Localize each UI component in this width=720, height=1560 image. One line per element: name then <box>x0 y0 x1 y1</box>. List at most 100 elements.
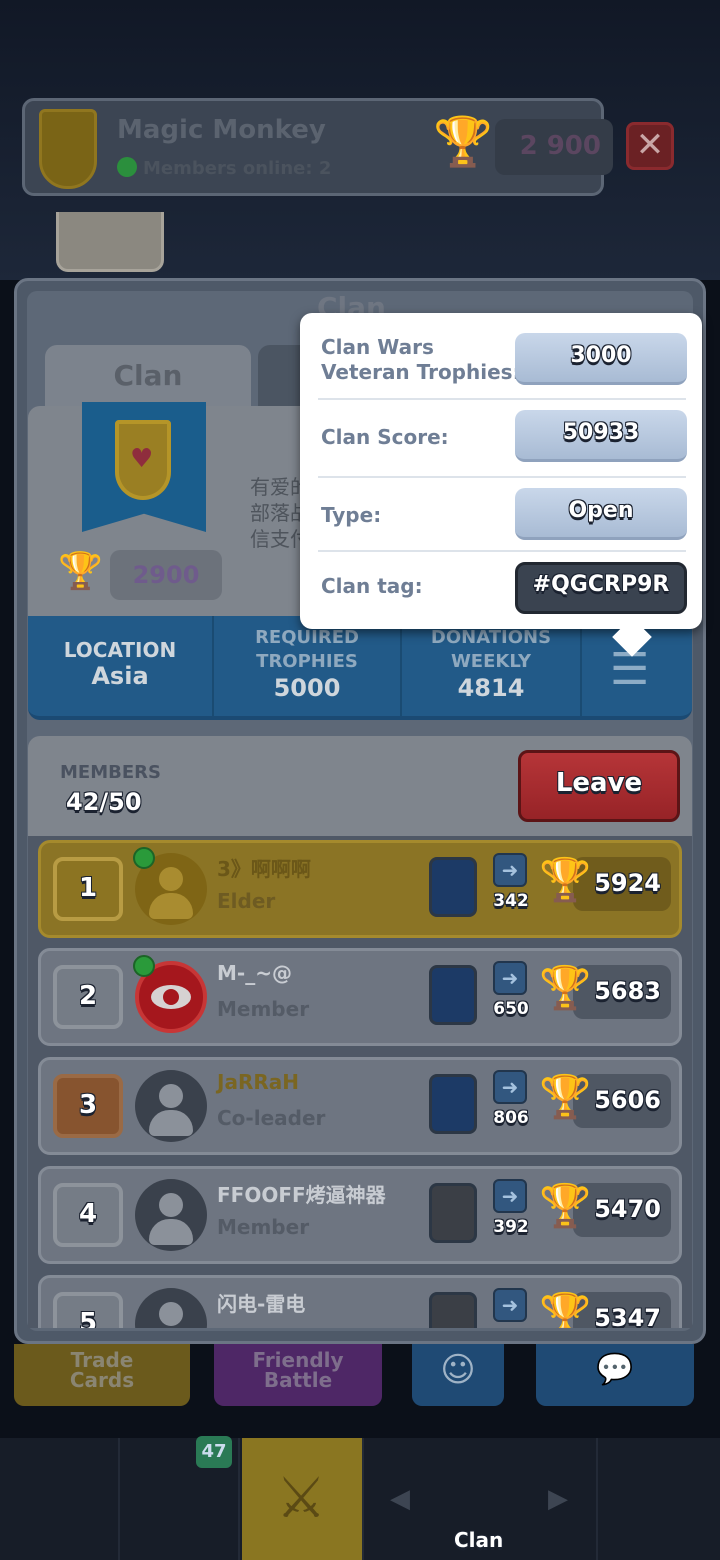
members-list[interactable]: 1 3》啊啊啊 Elder ➜ 342 5924 🏆 2 M-_~@ Membe… <box>28 836 692 1328</box>
member-donations: 650 <box>493 999 529 1019</box>
popup-row-clan-score: Clan Score: 50933 <box>318 410 687 466</box>
clan-stats-bar: LOCATION Asia REQUIRED TROPHIES 5000 DON… <box>28 616 692 720</box>
popup-row-type: Type: Open <box>318 488 687 544</box>
arena-icon <box>429 965 477 1025</box>
war-trophies-label: Clan Wars Veteran Trophies: <box>321 335 521 384</box>
war-trophies-value: 3000 <box>515 333 687 385</box>
member-donations: 342 <box>493 891 529 911</box>
nav-events[interactable] <box>598 1438 720 1560</box>
table-row[interactable]: 2 M-_~@ Member ➜ 650 5683 🏆 <box>38 948 682 1046</box>
close-top-button[interactable]: ✕ <box>626 122 674 170</box>
location-label: LOCATION <box>63 638 177 662</box>
clan-name: Magic Monkey <box>117 115 326 145</box>
online-dot-icon <box>117 157 137 177</box>
trade-cards-button[interactable]: Trade Cards <box>14 1344 190 1406</box>
online-dot-icon <box>133 847 155 869</box>
avatar <box>135 1288 207 1328</box>
cards-badge: 47 <box>196 1436 232 1468</box>
donations-label: WEEKLY <box>450 651 532 672</box>
donation-icon: ➜ <box>493 1179 527 1213</box>
donations-value: 4814 <box>457 674 525 702</box>
bottom-action-buttons: Trade Cards Friendly Battle ☺ 💬 <box>0 1340 720 1436</box>
online-text: Members online: 2 <box>143 158 332 179</box>
divider <box>318 550 686 552</box>
arena-icon <box>429 857 477 917</box>
rank-badge: 4 <box>53 1183 123 1247</box>
chevron-right-icon[interactable]: ▶ <box>548 1484 568 1514</box>
popup-row-clan-tag: Clan tag: #QGCRP9R <box>318 562 687 618</box>
smile-icon: ☺ <box>440 1350 476 1390</box>
location-value: Asia <box>91 662 149 690</box>
nav-shop[interactable] <box>0 1438 120 1560</box>
arena-icon <box>429 1074 477 1134</box>
rank-badge: 3 <box>53 1074 123 1138</box>
bottom-nav: ⚔ ◀ ▶ <box>0 1438 720 1560</box>
trophy-icon: 🏆 <box>539 1072 592 1121</box>
player-avatar[interactable] <box>56 212 164 272</box>
online-status: Members online: 2 <box>117 157 331 179</box>
member-role: Member <box>217 1215 310 1239</box>
online-dot-icon <box>133 955 155 977</box>
divider <box>318 398 686 400</box>
member-name: JaRRaH <box>217 1070 299 1094</box>
donation-icon: ➜ <box>493 1070 527 1104</box>
table-row[interactable]: 4 FFOOFF烤逼神器 Member ➜ 392 5470 🏆 <box>38 1166 682 1264</box>
avatar <box>135 1070 207 1142</box>
member-name: 3》啊啊啊 <box>217 857 311 881</box>
arena-icon <box>429 1292 477 1328</box>
clan-shield-icon: ♥ <box>115 420 171 500</box>
member-donations: 392 <box>493 1217 529 1237</box>
clan-tag-value[interactable]: #QGCRP9R <box>515 562 687 614</box>
trophy-icon: 🏆 <box>58 551 103 592</box>
member-name: M-_~@ <box>217 961 292 985</box>
clan-score-label: Clan Score: <box>321 425 449 449</box>
clan-badge-icon <box>39 109 97 189</box>
trophy-icon: 🏆 <box>539 963 592 1012</box>
emote-button[interactable]: ☺ <box>412 1344 504 1406</box>
required-label: TROPHIES <box>256 651 358 672</box>
divider <box>318 476 686 478</box>
required-value: 5000 <box>273 674 341 702</box>
rank-badge: 2 <box>53 965 123 1029</box>
stat-location: LOCATION Asia <box>28 638 212 690</box>
table-row[interactable]: 5 闪电-雷电 ➜ 5347 🏆 <box>38 1275 682 1328</box>
clan-tag-label: Clan tag: <box>321 574 423 598</box>
member-role: Elder <box>217 889 276 913</box>
clan-trophies-top: 2 900 <box>495 119 613 175</box>
member-name: 闪电-雷电 <box>217 1292 306 1316</box>
clan-info-popup: Clan Wars Veteran Trophies: 3000 Clan Sco… <box>300 313 702 657</box>
nav-clan-label: Clan <box>454 1528 504 1552</box>
nav-battle[interactable]: ⚔ <box>242 1438 364 1560</box>
chevron-left-icon[interactable]: ◀ <box>390 1484 410 1514</box>
table-row[interactable]: 1 3》啊啊啊 Elder ➜ 342 5924 🏆 <box>38 840 682 938</box>
donation-icon: ➜ <box>493 853 527 887</box>
heart-icon: ♥ <box>130 444 154 474</box>
chat-button[interactable]: 💬 <box>536 1344 694 1406</box>
donation-icon: ➜ <box>493 1288 527 1322</box>
clan-header-bar[interactable]: Magic Monkey Members online: 2 🏆 2 900 <box>22 98 613 196</box>
stat-donations: DONATIONS WEEKLY 4814 <box>402 626 580 702</box>
required-label: REQUIRED <box>255 627 359 648</box>
member-role: Co-leader <box>217 1106 326 1130</box>
stat-required-trophies: REQUIRED TROPHIES 5000 <box>214 626 400 702</box>
clan-score-value: 50933 <box>515 410 687 462</box>
member-name: FFOOFF烤逼神器 <box>217 1183 386 1207</box>
rank-badge: 5 <box>53 1292 123 1328</box>
divider <box>580 616 582 716</box>
members-count: 42/50 <box>66 788 142 816</box>
member-donations: 806 <box>493 1108 529 1128</box>
donations-label: DONATIONS <box>430 627 552 648</box>
table-row[interactable]: 3 JaRRaH Co-leader ➜ 806 5606 🏆 <box>38 1057 682 1155</box>
tab-clan[interactable]: Clan <box>45 345 251 409</box>
friendly-battle-button[interactable]: Friendly Battle <box>214 1344 382 1406</box>
trophy-icon: 🏆 <box>539 1290 592 1328</box>
rank-badge: 1 <box>53 857 123 921</box>
swords-icon: ⚔ <box>276 1466 327 1531</box>
trophy-icon: 🏆 <box>433 114 493 170</box>
chat-bubble-icon: 💬 <box>596 1352 634 1387</box>
leave-button[interactable]: Leave <box>518 750 680 822</box>
type-value: Open <box>515 488 687 540</box>
popup-row-war-trophies: Clan Wars Veteran Trophies: 3000 <box>318 333 687 389</box>
arena-icon <box>429 1183 477 1243</box>
member-role: Member <box>217 997 310 1021</box>
